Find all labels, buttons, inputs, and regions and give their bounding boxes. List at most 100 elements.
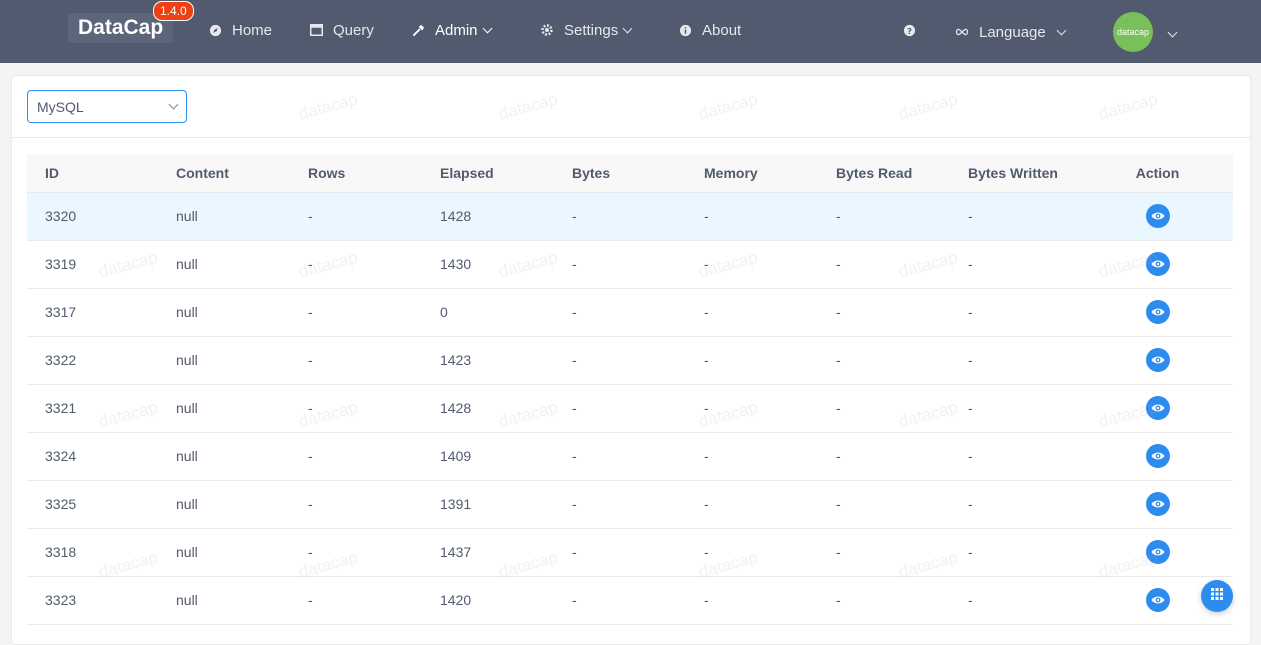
col-memory[interactable]: Memory (686, 154, 818, 193)
table-row[interactable]: 3322 null -1423- - - - (27, 336, 1233, 385)
cell-bytes-read: - (818, 528, 950, 577)
col-id[interactable]: ID (27, 154, 158, 193)
cell-elapsed: 1391 (422, 480, 554, 529)
source-select-value: MySQL (37, 98, 84, 115)
eye-icon (1151, 500, 1164, 508)
table-row[interactable]: 3323 null -1420- - - - (27, 576, 1233, 625)
table-row[interactable]: 3321 null -1428- - - - (27, 384, 1233, 433)
version-badge: 1.4.0 (153, 1, 194, 21)
table-row[interactable]: 3324 null -1409- - - - (27, 432, 1233, 481)
table-row[interactable]: 3325 null -1391- - - - (27, 480, 1233, 529)
cell-action (1082, 240, 1233, 289)
cell-id: 3324 (27, 432, 158, 481)
cell-rows: - (290, 192, 422, 241)
language-label: Language (979, 23, 1046, 41)
nav-about-label: About (702, 21, 742, 39)
cell-elapsed: 1428 (422, 384, 554, 433)
info-icon (678, 23, 692, 37)
view-button[interactable] (1145, 204, 1170, 228)
cell-rows: - (290, 384, 422, 433)
cell-memory: - (686, 528, 818, 577)
avatar[interactable]: datacap (1113, 12, 1153, 52)
cell-elapsed: 1409 (422, 432, 554, 481)
cell-id: 3322 (27, 336, 158, 385)
nav-query[interactable]: Query (309, 0, 374, 60)
view-button[interactable] (1145, 444, 1170, 468)
col-bytes[interactable]: Bytes (554, 154, 686, 193)
col-bytes-read[interactable]: Bytes Read (818, 154, 950, 193)
cell-bytes: - (554, 528, 686, 577)
cell-bytes-read: - (818, 288, 950, 337)
cell-bytes: - (554, 432, 686, 481)
cell-content: null (158, 288, 290, 337)
cell-bytes-read: - (818, 480, 950, 529)
cell-action (1082, 480, 1233, 529)
nav-query-label: Query (333, 21, 374, 39)
top-navbar: DataCap 1.4.0 Home Query Admin Settings … (0, 0, 1261, 63)
cell-action (1082, 336, 1233, 385)
view-button[interactable] (1145, 300, 1170, 324)
cell-content: null (158, 528, 290, 577)
cell-memory: - (686, 192, 818, 241)
grid-icon (1211, 587, 1223, 605)
col-rows[interactable]: Rows (290, 154, 422, 193)
eye-icon (1151, 452, 1164, 460)
cell-bytes-written: - (950, 240, 1082, 289)
source-select[interactable]: MySQL (27, 90, 187, 123)
cell-elapsed: 1437 (422, 528, 554, 577)
help-button[interactable]: ? (902, 0, 926, 60)
col-action: Action (1082, 154, 1233, 193)
table-header-row: ID Content Rows Elapsed Bytes Memory Byt… (27, 154, 1233, 193)
nav-about[interactable]: About (678, 0, 741, 60)
chevron-down-icon (622, 23, 633, 33)
apps-fab[interactable] (1201, 580, 1233, 612)
cell-bytes-read: - (818, 240, 950, 289)
cell-bytes-written: - (950, 288, 1082, 337)
cell-action (1082, 288, 1233, 337)
nav-settings[interactable]: Settings (540, 0, 633, 60)
cell-rows: - (290, 240, 422, 289)
cell-id: 3317 (27, 288, 158, 337)
user-menu-chevron[interactable] (1163, 23, 1178, 41)
view-button[interactable] (1145, 492, 1170, 516)
cell-id: 3319 (27, 240, 158, 289)
nav-admin-label: Admin (435, 21, 478, 39)
cell-elapsed: 1430 (422, 240, 554, 289)
help-icon: ? (902, 23, 916, 37)
chevron-down-icon (482, 23, 492, 33)
col-bytes-written[interactable]: Bytes Written (950, 154, 1082, 193)
nav-admin[interactable]: Admin (411, 0, 492, 60)
cell-action (1082, 384, 1233, 433)
cell-memory: - (686, 480, 818, 529)
table-row[interactable]: 3318 null -1437- - - - (27, 528, 1233, 577)
col-elapsed[interactable]: Elapsed (422, 154, 554, 193)
view-button[interactable] (1145, 252, 1170, 276)
cell-content: null (158, 432, 290, 481)
view-button[interactable] (1145, 396, 1170, 420)
eye-icon (1151, 356, 1164, 364)
cell-elapsed: 0 (422, 288, 554, 337)
cell-bytes-written: - (950, 528, 1082, 577)
avatar-text: datacap (1116, 27, 1150, 37)
table-row[interactable]: 3317 null -0- - - - (27, 288, 1233, 337)
table-row[interactable]: 3320 null -1428- - - - (27, 192, 1233, 241)
history-table: ID Content Rows Elapsed Bytes Memory Byt… (27, 154, 1233, 625)
table-row[interactable]: 3319 null -1430- - - - (27, 240, 1233, 289)
compass-icon (208, 23, 222, 37)
cell-action (1082, 192, 1233, 241)
cell-memory: - (686, 432, 818, 481)
cell-elapsed: 1420 (422, 576, 554, 625)
cell-bytes: - (554, 384, 686, 433)
view-button[interactable] (1145, 540, 1170, 564)
cell-bytes-written: - (950, 336, 1082, 385)
cell-id: 3320 (27, 192, 158, 241)
cell-content: null (158, 240, 290, 289)
nav-home[interactable]: Home (208, 0, 272, 60)
gear-icon (540, 23, 554, 37)
language-menu[interactable]: Language (955, 2, 1067, 62)
view-button[interactable] (1145, 348, 1170, 372)
col-content[interactable]: Content (158, 154, 290, 193)
view-button[interactable] (1145, 588, 1170, 612)
eye-icon (1151, 212, 1164, 220)
cell-bytes-written: - (950, 480, 1082, 529)
